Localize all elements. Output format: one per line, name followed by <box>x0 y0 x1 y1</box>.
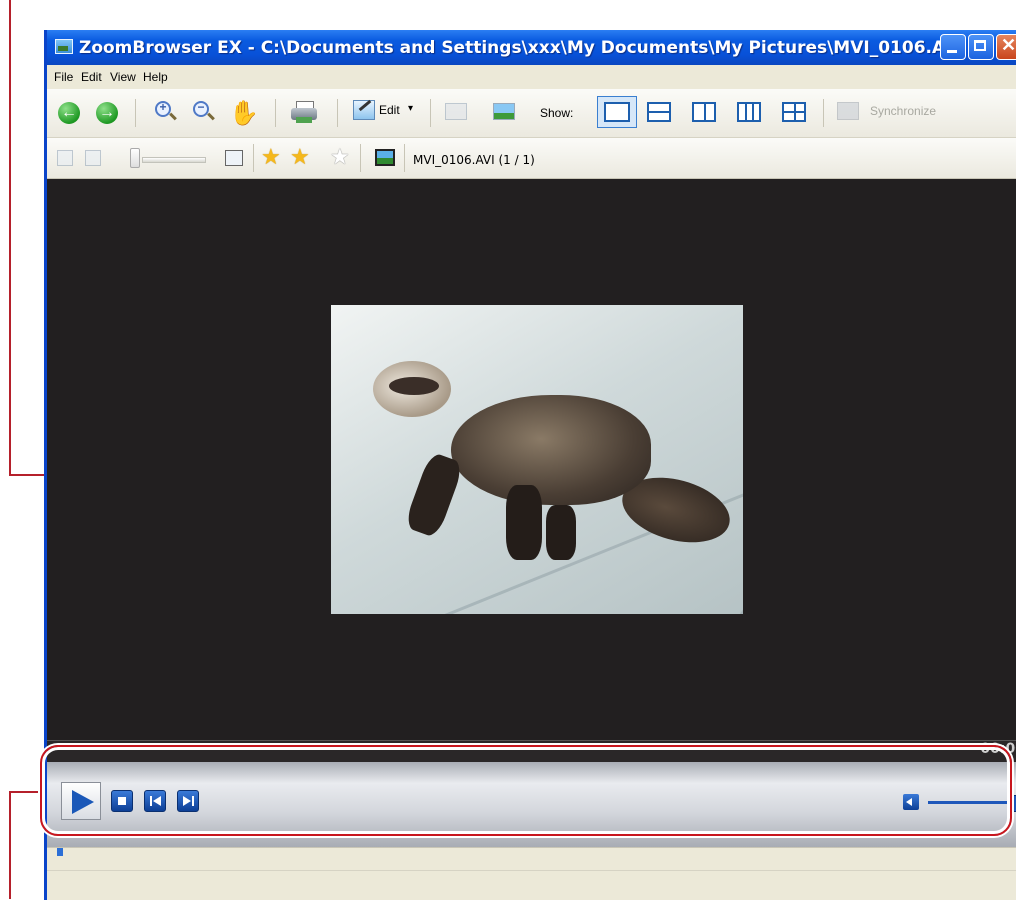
layout-single-button[interactable] <box>597 96 637 128</box>
menu-view[interactable]: View <box>110 70 136 84</box>
ferret-body <box>451 395 651 505</box>
zoom-slider-thumb[interactable] <box>130 148 140 168</box>
play-button[interactable] <box>61 782 101 820</box>
status-bar-lower <box>47 870 1016 900</box>
back-button[interactable]: ← <box>58 102 80 124</box>
toolbar-separator <box>430 99 431 127</box>
zoom-out-icon: − <box>197 100 205 114</box>
callout-line-vertical-bottom <box>9 791 11 899</box>
zoom-in-button[interactable]: + <box>155 100 171 117</box>
main-toolbar: ← → + − ✋ Edit ▾ Show: Synchronize <box>47 89 1016 138</box>
toolbar-separator <box>337 99 338 127</box>
callout-line-horizontal-bottom <box>9 791 43 793</box>
layout-grid-button[interactable] <box>782 102 806 122</box>
ferret-leg <box>403 451 465 539</box>
actual-size-icon[interactable] <box>85 150 101 166</box>
movie-viewer <box>47 179 1016 740</box>
layout-single-icon <box>604 102 630 122</box>
star-rating-2-icon[interactable]: ★ <box>290 145 310 169</box>
edit-brush-icon <box>353 100 375 120</box>
menu-help[interactable]: Help <box>143 70 168 84</box>
layout-vertical-split-button[interactable] <box>692 102 716 122</box>
menu-bar: File Edit View Help <box>47 65 1016 89</box>
toolbar-separator <box>823 99 824 127</box>
print-button[interactable] <box>291 101 317 123</box>
secondary-toolbar: ★ ★ ★ MVI_0106.AVI (1 / 1) <box>47 138 1016 179</box>
timeline-bar[interactable]: 00:00 <box>47 740 1016 763</box>
toolbar-separator <box>135 99 136 127</box>
layout-vertical-icon <box>704 104 706 120</box>
toolbar-separator <box>404 144 405 172</box>
toolbar-separator <box>253 144 254 172</box>
zoom-out-button[interactable]: − <box>193 100 209 117</box>
maximize-button[interactable] <box>968 34 994 60</box>
volume-slider-thumb[interactable] <box>1010 795 1016 812</box>
chevron-down-icon: ▾ <box>408 103 414 114</box>
hand-tool-button[interactable]: ✋ <box>229 99 259 128</box>
edit-label: Edit <box>379 103 400 117</box>
close-button[interactable] <box>996 34 1016 60</box>
minimize-button[interactable] <box>940 34 966 60</box>
arrow-left-icon: ← <box>61 104 77 121</box>
app-window: ZoomBrowser EX - C:\Documents and Settin… <box>44 30 1016 900</box>
menu-edit[interactable]: Edit <box>81 70 102 84</box>
arrow-right-icon: → <box>99 104 115 121</box>
volume-slider-track[interactable] <box>928 801 1016 804</box>
layout-horizontal-split-button[interactable] <box>647 102 671 122</box>
stop-button[interactable] <box>111 790 133 812</box>
title-bar[interactable]: ZoomBrowser EX - C:\Documents and Settin… <box>47 30 1016 65</box>
menu-file[interactable]: File <box>54 70 73 84</box>
compare-images-icon[interactable] <box>445 103 467 120</box>
toolbar-separator <box>360 144 361 172</box>
status-indicator <box>57 848 63 856</box>
callout-line-vertical-top <box>9 0 11 476</box>
synchronize-icon <box>837 102 859 120</box>
ferret-leg <box>546 505 576 560</box>
movie-frame-image <box>331 305 743 614</box>
movie-control-panel <box>47 762 1016 847</box>
ferret-mask <box>389 377 439 395</box>
file-name-label: MVI_0106.AVI (1 / 1) <box>413 153 535 167</box>
time-display: 00:00 <box>980 741 1016 757</box>
previous-frame-button[interactable] <box>144 790 166 812</box>
layout-grid-icon <box>794 104 796 120</box>
layout-three-col-icon <box>752 104 754 120</box>
printer-tray <box>296 117 312 123</box>
fit-selection-icon[interactable] <box>57 150 73 166</box>
layout-three-col-icon <box>745 104 747 120</box>
status-bar-upper <box>47 847 1016 870</box>
layout-three-column-button[interactable] <box>737 102 761 122</box>
synchronize-button[interactable]: Synchronize <box>870 104 936 118</box>
show-label: Show: <box>540 106 574 120</box>
app-icon <box>55 39 73 54</box>
fit-window-button[interactable] <box>225 150 243 166</box>
zoom-slider-track[interactable] <box>142 157 206 163</box>
layout-horizontal-icon <box>649 111 669 113</box>
image-properties-icon[interactable] <box>493 103 515 120</box>
next-frame-button[interactable] <box>177 790 199 812</box>
zoom-in-icon: + <box>159 100 167 114</box>
window-title: ZoomBrowser EX - C:\Documents and Settin… <box>79 38 964 58</box>
star-rating-3-icon[interactable]: ★ <box>330 145 350 169</box>
ferret-leg <box>506 485 542 560</box>
floor-seam <box>657 305 743 614</box>
toolbar-separator <box>275 99 276 127</box>
forward-button[interactable]: → <box>96 102 118 124</box>
volume-icon[interactable] <box>903 794 919 810</box>
star-rating-1-icon[interactable]: ★ <box>261 145 281 169</box>
movie-file-icon <box>375 149 395 166</box>
